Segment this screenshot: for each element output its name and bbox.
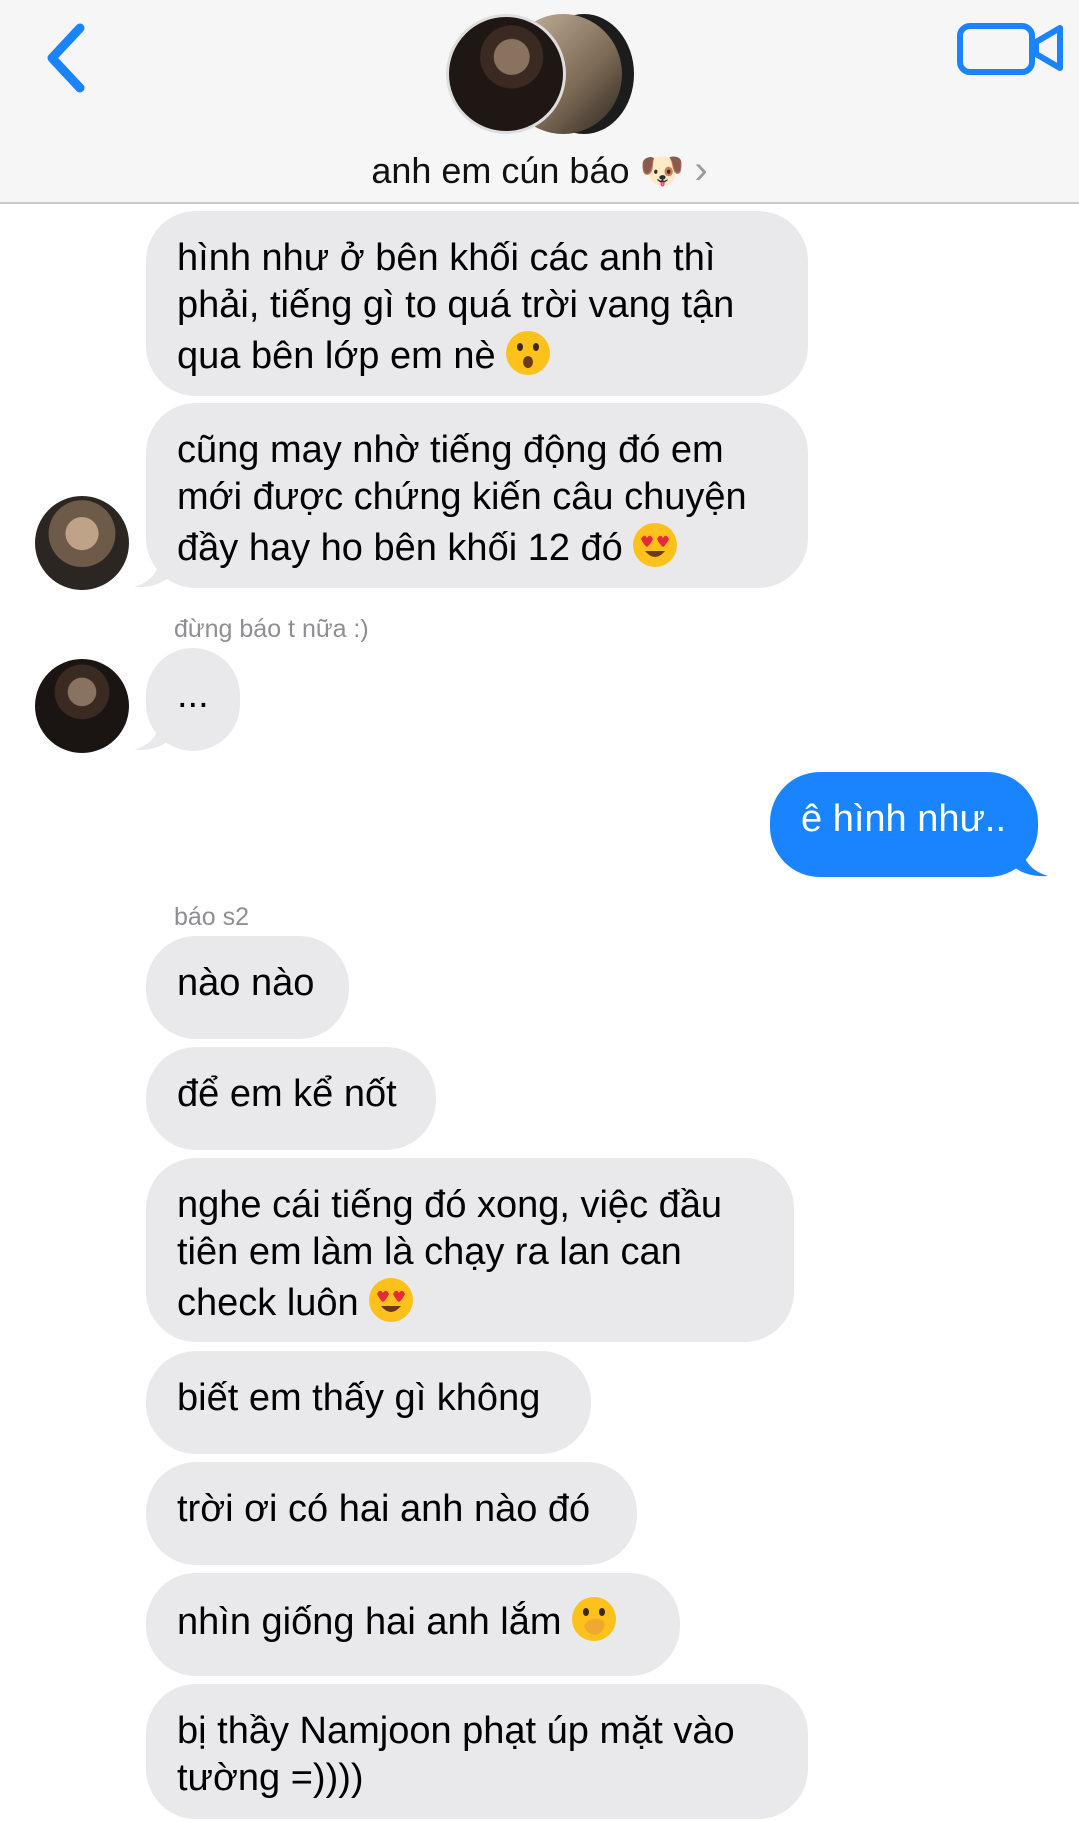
- bubble-tail: [134, 554, 170, 588]
- sender-name: đừng báo t nữa :): [174, 615, 369, 643]
- face-with-hand-over-mouth-icon: [571, 1597, 616, 1641]
- message-line: hình như ở bên khối các anh thì: [177, 237, 716, 279]
- sender-name: báo s2: [174, 903, 250, 931]
- message-bubble[interactable]: nghe cái tiếng đó xong, việc đầu tiên em…: [146, 1158, 794, 1342]
- group-name: anh em cún báo 🐶: [371, 150, 685, 191]
- avatar[interactable]: [35, 496, 129, 590]
- heart-eyes-icon: [632, 523, 677, 567]
- message-line: bị thầy Namjoon phạt úp mặt vào: [177, 1710, 735, 1752]
- group-title[interactable]: anh em cún báo 🐶 ›: [0, 148, 1079, 193]
- message-line: mới được chứng kiến câu chuyện: [177, 476, 747, 518]
- group-avatar-front: [446, 14, 566, 134]
- chat-header: anh em cún báo 🐶 ›: [0, 0, 1079, 204]
- message-text: để em kể nốt: [177, 1073, 397, 1115]
- chevron-right-icon: ›: [694, 148, 708, 192]
- message-text: nào nào: [177, 962, 315, 1004]
- message-text: ...: [177, 674, 209, 716]
- bubble-tail: [1012, 843, 1048, 877]
- message-text: trời ơi có hai anh nào đó: [177, 1488, 591, 1530]
- video-camera-icon[interactable]: [956, 20, 1068, 76]
- message-text: biết em thấy gì không: [177, 1377, 541, 1419]
- message-bubble[interactable]: để em kể nốt: [146, 1047, 436, 1150]
- message-bubble[interactable]: biết em thấy gì không: [146, 1351, 591, 1454]
- message-line: check luôn: [177, 1282, 359, 1324]
- message-bubble[interactable]: nhìn giống hai anh lắm: [146, 1573, 680, 1676]
- message-text: nhìn giống hai anh lắm: [177, 1601, 562, 1643]
- chevron-left-icon[interactable]: [40, 22, 100, 94]
- message-line: tường =)))): [177, 1757, 364, 1799]
- message-line: nghe cái tiếng đó xong, việc đầu: [177, 1184, 723, 1226]
- group-avatars[interactable]: [446, 12, 636, 137]
- astonished-face-icon: [505, 331, 550, 375]
- message-line: cũng may nhờ tiếng động đó em: [177, 429, 724, 471]
- avatar[interactable]: [35, 659, 129, 753]
- message-line: đầy hay ho bên khối 12 đó: [177, 527, 623, 569]
- message-bubble[interactable]: trời ơi có hai anh nào đó: [146, 1462, 637, 1565]
- message-line: phải, tiếng gì to quá trời vang tận: [177, 284, 735, 326]
- sent-message-bubble[interactable]: ê hình như..: [770, 772, 1038, 877]
- message-line: qua bên lớp em nè: [177, 335, 496, 377]
- message-bubble[interactable]: nào nào: [146, 936, 349, 1039]
- message-line: tiên em làm là chạy ra lan can: [177, 1231, 682, 1273]
- message-bubble[interactable]: bị thầy Namjoon phạt úp mặt vào tường =)…: [146, 1684, 808, 1819]
- message-bubble[interactable]: cũng may nhờ tiếng động đó em mới được c…: [146, 403, 808, 588]
- heart-eyes-icon: [368, 1278, 413, 1322]
- message-text: ê hình như..: [801, 798, 1007, 840]
- message-bubble[interactable]: hình như ở bên khối các anh thì phải, ti…: [146, 211, 808, 396]
- bubble-tail: [134, 717, 170, 751]
